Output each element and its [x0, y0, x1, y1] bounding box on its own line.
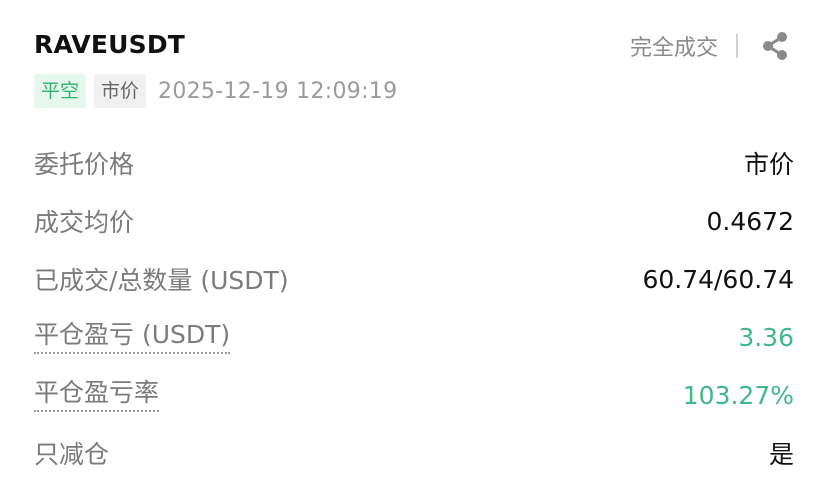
order-status: 完全成交 [629, 36, 718, 61]
detail-row-reduce-only: 只减仓 是 [34, 424, 794, 482]
detail-value-positive: 103.27% [682, 380, 794, 410]
share-icon[interactable] [758, 29, 792, 63]
detail-label-tooltip[interactable]: 平仓盈亏率 [34, 378, 160, 412]
order-type-badge: 市价 [94, 74, 147, 108]
detail-value: 0.4672 [706, 206, 794, 236]
order-tags: 平空 市价 2025-12-19 12:09:19 [34, 73, 397, 109]
order-timestamp: 2025-12-19 12:09:19 [158, 78, 398, 104]
detail-value: 60.74/60.74 [642, 264, 794, 294]
header-actions: 完全成交 [630, 28, 792, 64]
detail-row-avg-price: 成交均价 0.4672 [34, 192, 794, 250]
detail-value: 市价 [743, 150, 794, 179]
detail-row-order-price: 委托价格 市价 [34, 134, 794, 192]
share-icon-graphic [763, 32, 787, 60]
detail-label: 已成交/总数量 (USDT) [34, 266, 289, 295]
detail-label-tooltip[interactable]: 平仓盈亏 (USDT) [34, 320, 231, 354]
order-detail-card: RAVEUSDT 完全成交 平空 市价 2025-12-19 12:09:19 … [0, 0, 828, 496]
header-divider [736, 34, 738, 58]
side-badge: 平空 [34, 74, 87, 108]
detail-value-positive: 3.36 [738, 322, 794, 352]
detail-label: 成交均价 [34, 208, 135, 237]
detail-label: 只减仓 [34, 440, 110, 469]
detail-label: 委托价格 [34, 150, 135, 179]
detail-value: 是 [768, 440, 794, 469]
detail-row-filled-total: 已成交/总数量 (USDT) 60.74/60.74 [34, 250, 794, 308]
detail-row-close-pnl: 平仓盈亏 (USDT) 3.36 [34, 308, 794, 366]
detail-list: 委托价格 市价 成交均价 0.4672 已成交/总数量 (USDT) 60.74… [34, 134, 794, 482]
detail-row-close-pnl-rate: 平仓盈亏率 103.27% [34, 366, 794, 424]
symbol-title: RAVEUSDT [34, 30, 186, 59]
